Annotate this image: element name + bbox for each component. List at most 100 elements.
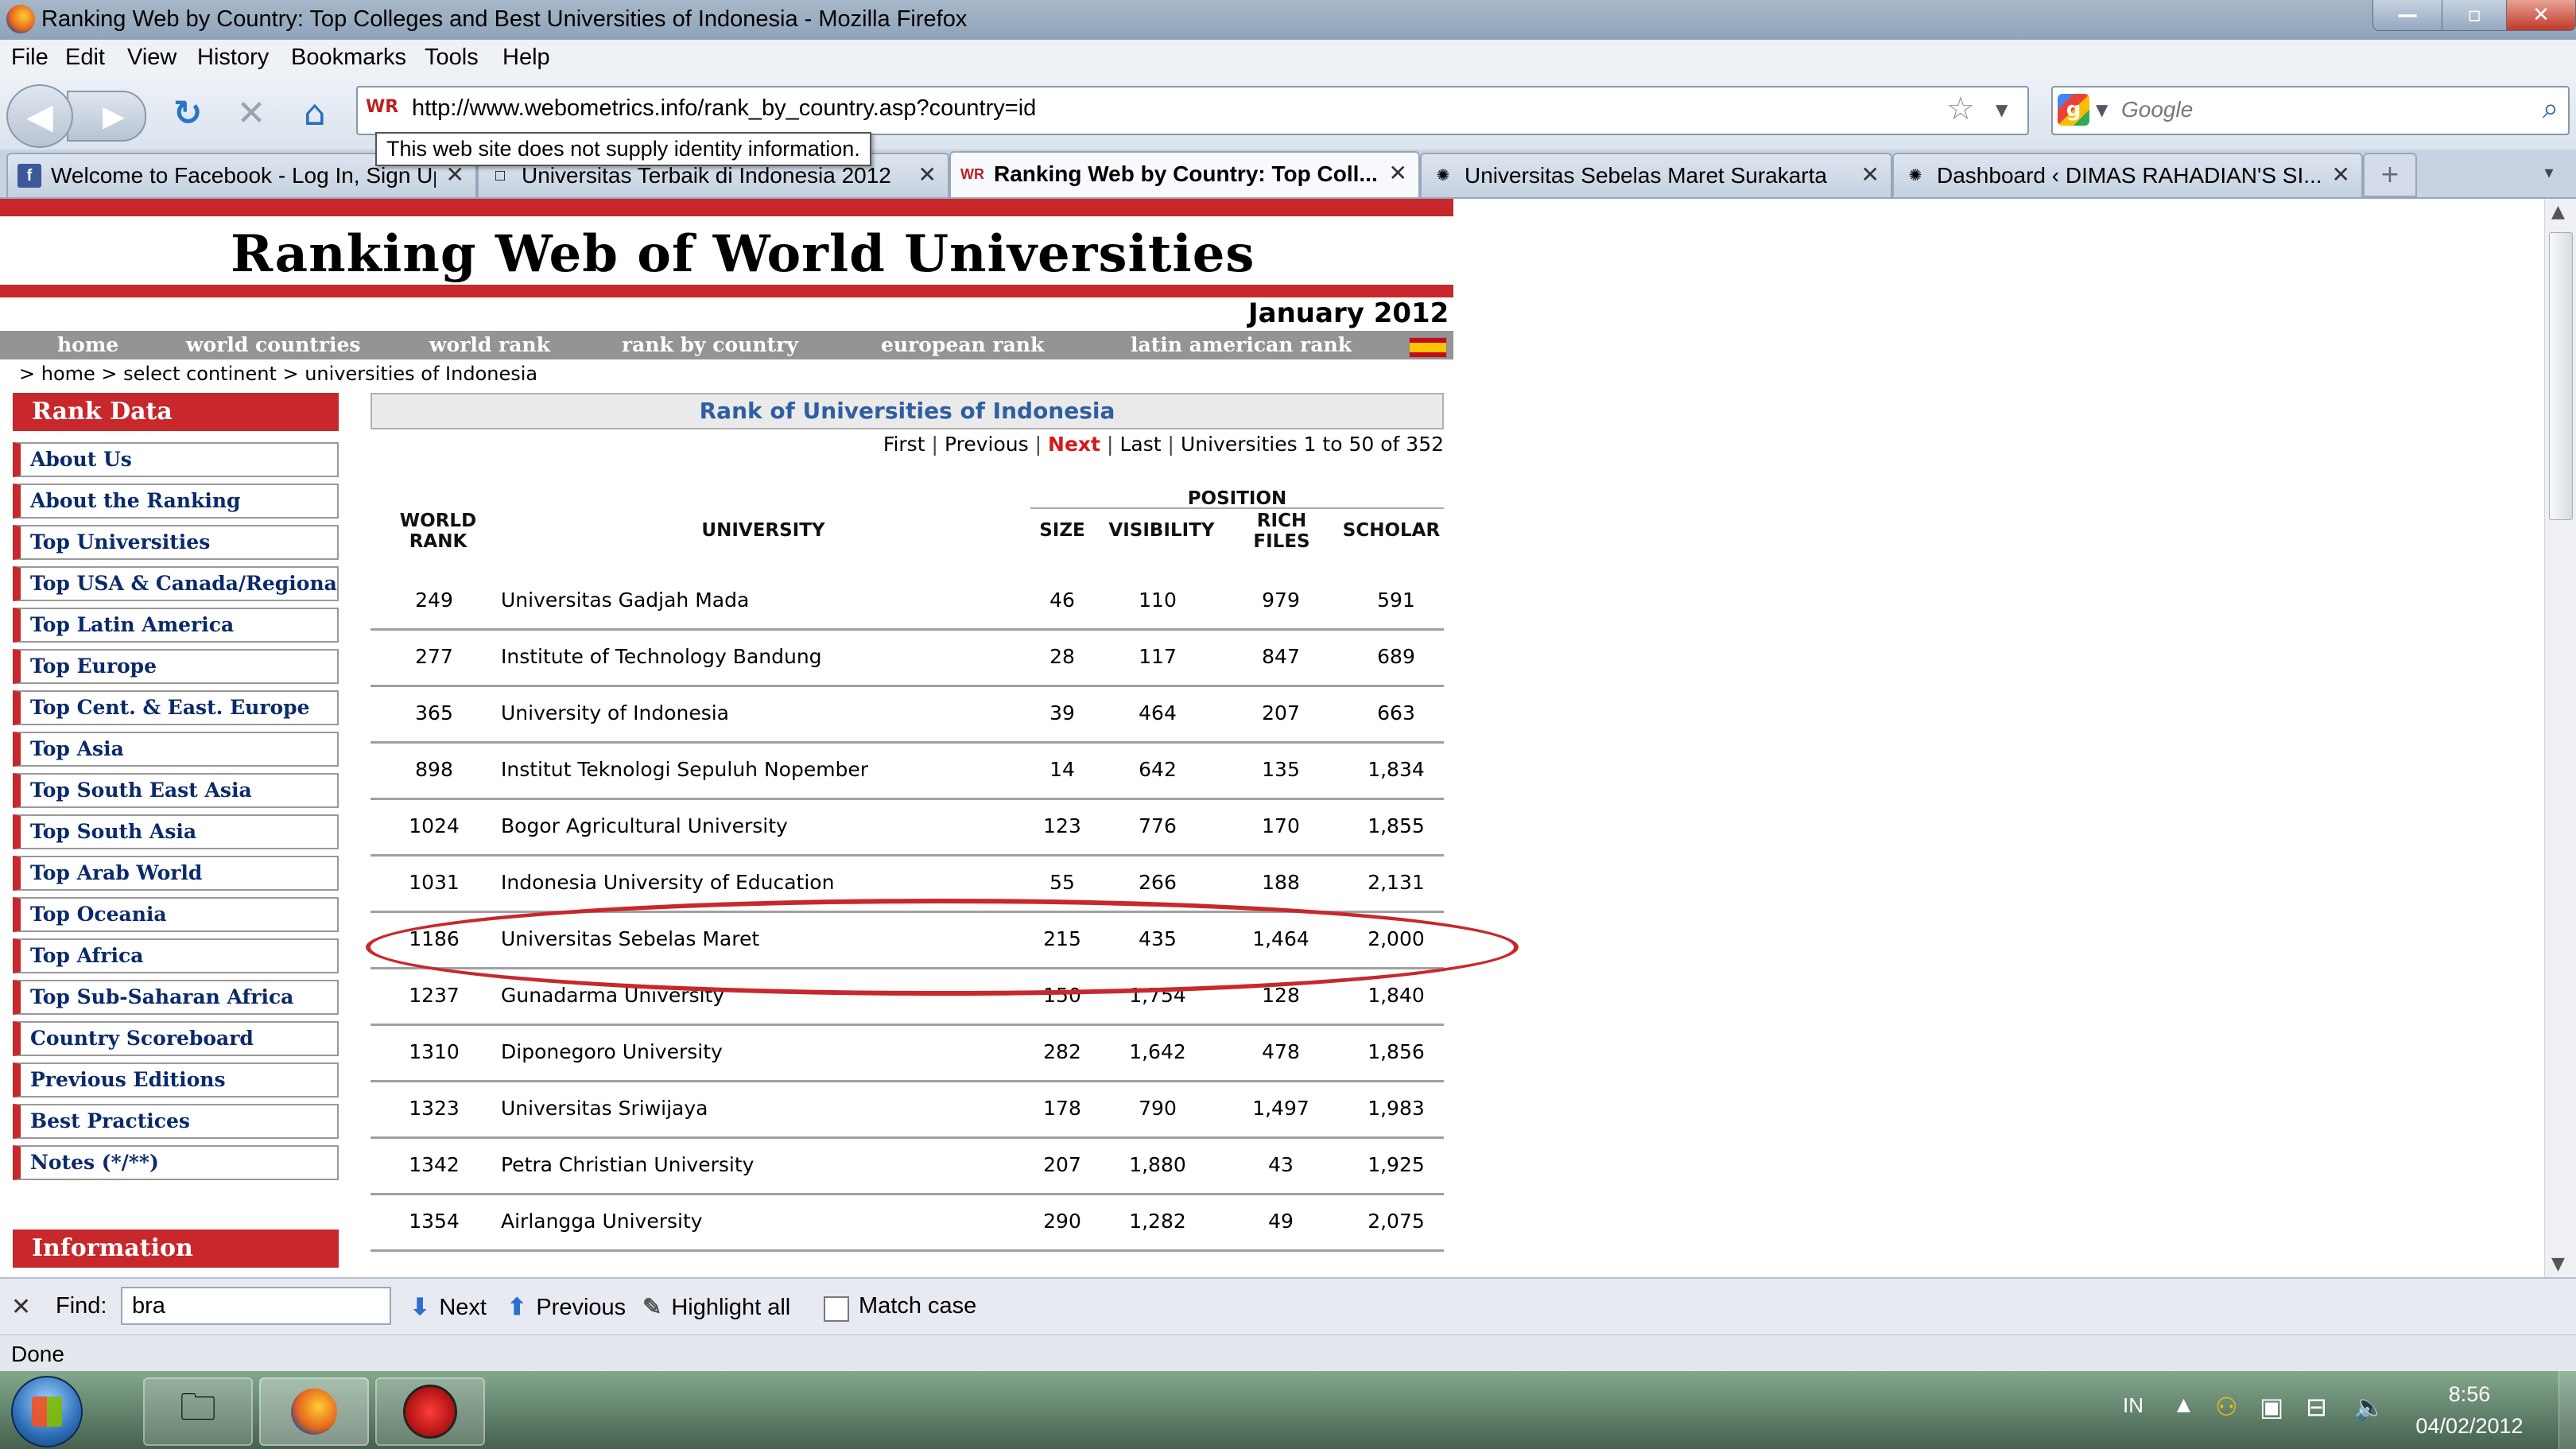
find-close-icon[interactable]: ✕	[11, 1293, 31, 1321]
spain-flag-icon[interactable]	[1409, 337, 1447, 358]
menu-bookmarks[interactable]: Bookmarks	[291, 45, 406, 71]
home-button[interactable]: ⌂	[291, 89, 339, 137]
taskbar-smartfren[interactable]	[375, 1377, 485, 1446]
show-hidden-icons-icon[interactable]: ▲	[2177, 1395, 2190, 1415]
match-case-checkbox[interactable]	[824, 1296, 849, 1322]
pager-last[interactable]: Last	[1119, 433, 1161, 456]
nav-european-rank[interactable]: european rank	[881, 333, 1044, 356]
cell-university[interactable]: Airlangga University	[501, 1210, 703, 1233]
close-window-button[interactable]: ✕	[2506, 0, 2576, 31]
reload-button[interactable]: ↻	[164, 89, 211, 137]
find-next-button[interactable]: ⬇ Next	[410, 1293, 487, 1321]
cell-university[interactable]: University of Indonesia	[501, 701, 729, 724]
sidebar-item-top-south-east-asia[interactable]: Top South East Asia	[13, 773, 339, 808]
vertical-scrollbar[interactable]: ▲ ▼	[2544, 199, 2576, 1277]
stop-button[interactable]: ✕	[227, 89, 275, 137]
sidebar-item-top-africa[interactable]: Top Africa	[13, 938, 339, 973]
sidebar-item-notes[interactable]: Notes (*/**)	[13, 1145, 339, 1180]
tab-close-icon[interactable]: ✕	[1861, 161, 1880, 188]
start-button[interactable]	[11, 1376, 83, 1447]
cell-university[interactable]: Diponegoro University	[501, 1040, 723, 1063]
cell-university[interactable]: Universitas Gadjah Mada	[501, 589, 749, 612]
new-tab-button[interactable]: +	[2363, 153, 2417, 197]
tab-uns-surakarta[interactable]: ✺ Universitas Sebelas Maret Surakarta ✕	[1420, 153, 1892, 197]
tab-close-icon[interactable]: ✕	[2332, 161, 2350, 188]
menu-help[interactable]: Help	[502, 45, 550, 71]
sidebar-item-country-scoreboard[interactable]: Country Scoreboard	[13, 1021, 339, 1056]
sidebar-item-about-us[interactable]: About Us	[13, 442, 339, 477]
url-input[interactable]: http://www.webometrics.info/rank_by_coun…	[412, 95, 1036, 122]
taskbar-firefox[interactable]	[259, 1377, 369, 1446]
maximize-button[interactable]: ▫	[2442, 0, 2507, 31]
sidebar-item-top-usa-canada[interactable]: Top USA & Canada/Regional	[13, 566, 339, 601]
network-icon[interactable]: ⊟	[2306, 1392, 2327, 1422]
site-identity-icon[interactable]: WR	[366, 97, 398, 117]
tab-ranking-web[interactable]: WR Ranking Web by Country: Top Coll... ✕	[949, 151, 1420, 197]
cell-university[interactable]: Institute of Technology Bandung	[501, 645, 822, 668]
menu-view[interactable]: View	[127, 45, 177, 71]
menu-file[interactable]: File	[11, 45, 48, 71]
nav-home[interactable]: home	[57, 333, 118, 356]
sidebar-item-top-cent-east-europe[interactable]: Top Cent. & East. Europe	[13, 690, 339, 725]
highlight-all-button[interactable]: ✎ Highlight all	[642, 1293, 790, 1321]
bookmark-star-icon[interactable]: ☆	[1946, 91, 1975, 127]
language-indicator[interactable]: IN	[2123, 1393, 2143, 1418]
user-tray-icon[interactable]: ⚇	[2215, 1392, 2238, 1422]
minimize-button[interactable]: —	[2372, 0, 2442, 31]
menu-history[interactable]: History	[197, 45, 269, 71]
nav-latin-american-rank[interactable]: latin american rank	[1131, 333, 1352, 356]
menu-tools[interactable]: Tools	[425, 45, 479, 71]
pager-previous[interactable]: Previous	[945, 433, 1029, 456]
show-desktop-button[interactable]	[2559, 1371, 2576, 1449]
search-input[interactable]: Google	[2121, 97, 2193, 122]
back-button[interactable]: ◀	[6, 84, 73, 148]
tab-list-button[interactable]: ▾	[2527, 153, 2571, 194]
pager-first[interactable]: First	[883, 433, 925, 456]
pager-next[interactable]: Next	[1048, 433, 1100, 456]
breadcrumb[interactable]: > home > select continent > universities…	[19, 363, 537, 385]
sidebar-item-best-practices[interactable]: Best Practices	[13, 1104, 339, 1139]
google-engine-icon[interactable]: g	[2058, 94, 2089, 126]
sidebar-item-top-latin-america[interactable]: Top Latin America	[13, 608, 339, 643]
nav-rank-by-country[interactable]: rank by country	[622, 333, 798, 356]
tab-dashboard[interactable]: ✺ Dashboard ‹ DIMAS RAHADIAN'S SI... ✕	[1892, 153, 2363, 197]
find-previous-button[interactable]: ⬆ Previous	[507, 1293, 626, 1321]
cell-university[interactable]: Indonesia University of Education	[501, 871, 834, 894]
cell-university[interactable]: Universitas Sriwijaya	[501, 1097, 708, 1120]
scroll-up-icon[interactable]: ▲	[2551, 202, 2565, 222]
cell-university[interactable]: Institut Teknologi Sepuluh Nopember	[501, 758, 868, 781]
device-tray-icon[interactable]: ▣	[2260, 1392, 2283, 1422]
sidebar-item-top-universities[interactable]: Top Universities	[13, 525, 339, 560]
nav-world-rank[interactable]: world rank	[429, 333, 550, 356]
sidebar-item-top-europe[interactable]: Top Europe	[13, 649, 339, 684]
forward-button[interactable]: ▶	[67, 91, 146, 142]
scrollbar-thumb[interactable]	[2549, 232, 2573, 520]
scroll-down-icon[interactable]: ▼	[2551, 1254, 2565, 1274]
engine-dropdown-icon[interactable]: ▼	[2096, 100, 2108, 119]
cell-university[interactable]: Universitas Sebelas Maret	[501, 927, 759, 950]
tab-close-icon[interactable]: ✕	[1389, 160, 1407, 186]
sidebar-item-top-sub-saharan-africa[interactable]: Top Sub-Saharan Africa	[13, 980, 339, 1015]
tab-close-icon[interactable]: ✕	[918, 161, 937, 188]
search-icon[interactable]: ⌕	[2543, 92, 2559, 126]
sidebar-item-previous-editions[interactable]: Previous Editions	[13, 1062, 339, 1097]
find-input[interactable]: bra	[121, 1287, 391, 1325]
cell-university[interactable]: Bogor Agricultural University	[501, 814, 788, 837]
menu-edit[interactable]: Edit	[65, 45, 105, 71]
cell-university[interactable]: Gunadarma University	[501, 984, 724, 1007]
sidebar-item-top-arab-world[interactable]: Top Arab World	[13, 856, 339, 891]
clock-date[interactable]: 04/02/2012	[2398, 1414, 2541, 1439]
sidebar-item-top-south-asia[interactable]: Top South Asia	[13, 814, 339, 849]
clock-time[interactable]: 8:56	[2398, 1382, 2541, 1407]
taskbar-explorer[interactable]: 🗀	[143, 1377, 253, 1446]
sidebar-item-about-ranking[interactable]: About the Ranking	[13, 484, 339, 519]
search-bar[interactable]: g ▼ Google ⌕	[2051, 86, 2570, 135]
url-bar[interactable]: WR http://www.webometrics.info/rank_by_c…	[356, 86, 2029, 135]
sidebar-item-top-asia[interactable]: Top Asia	[13, 732, 339, 767]
cell-university[interactable]: Petra Christian University	[501, 1153, 754, 1176]
sidebar-item-top-oceania[interactable]: Top Oceania	[13, 897, 339, 932]
volume-icon[interactable]: 🔈	[2353, 1392, 2385, 1422]
url-dropdown-icon[interactable]: ▼	[1996, 100, 2008, 119]
nav-world-countries[interactable]: world countries	[186, 333, 361, 356]
match-case-label[interactable]: Match case	[859, 1293, 976, 1319]
